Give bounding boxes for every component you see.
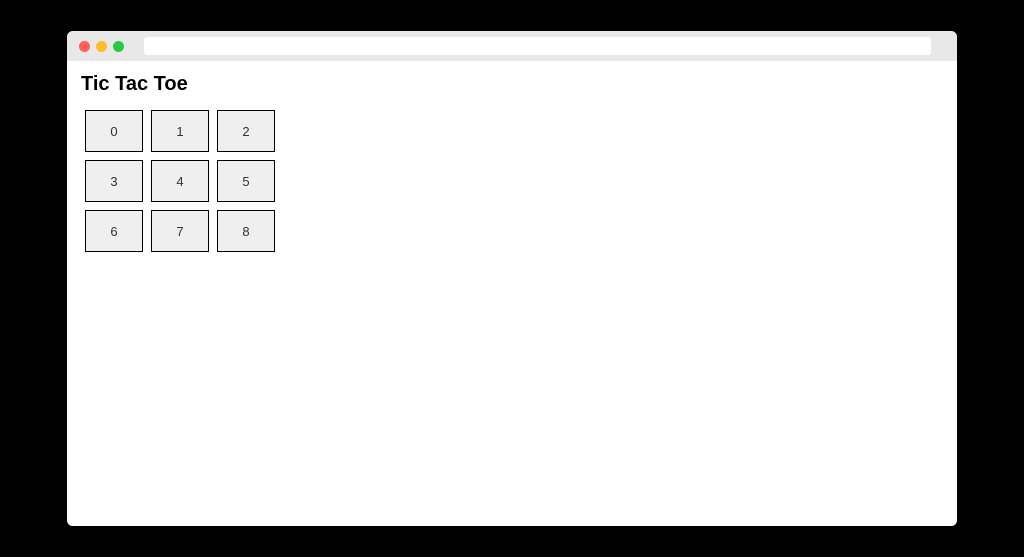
page-content: Tic Tac Toe 0 1 2 3 4 5 6 7 8 bbox=[67, 61, 957, 526]
browser-titlebar bbox=[67, 31, 957, 61]
board-cell-2[interactable]: 2 bbox=[217, 110, 275, 152]
board-cell-8[interactable]: 8 bbox=[217, 210, 275, 252]
window-maximize-icon[interactable] bbox=[113, 41, 124, 52]
board-cell-6[interactable]: 6 bbox=[85, 210, 143, 252]
browser-window: Tic Tac Toe 0 1 2 3 4 5 6 7 8 bbox=[67, 31, 957, 526]
board-cell-5[interactable]: 5 bbox=[217, 160, 275, 202]
board-cell-7[interactable]: 7 bbox=[151, 210, 209, 252]
window-minimize-icon[interactable] bbox=[96, 41, 107, 52]
page-title: Tic Tac Toe bbox=[81, 73, 943, 96]
board-cell-1[interactable]: 1 bbox=[151, 110, 209, 152]
board-cell-4[interactable]: 4 bbox=[151, 160, 209, 202]
game-board: 0 1 2 3 4 5 6 7 8 bbox=[81, 110, 943, 252]
board-cell-3[interactable]: 3 bbox=[85, 160, 143, 202]
board-cell-0[interactable]: 0 bbox=[85, 110, 143, 152]
url-bar[interactable] bbox=[144, 37, 931, 55]
window-close-icon[interactable] bbox=[79, 41, 90, 52]
